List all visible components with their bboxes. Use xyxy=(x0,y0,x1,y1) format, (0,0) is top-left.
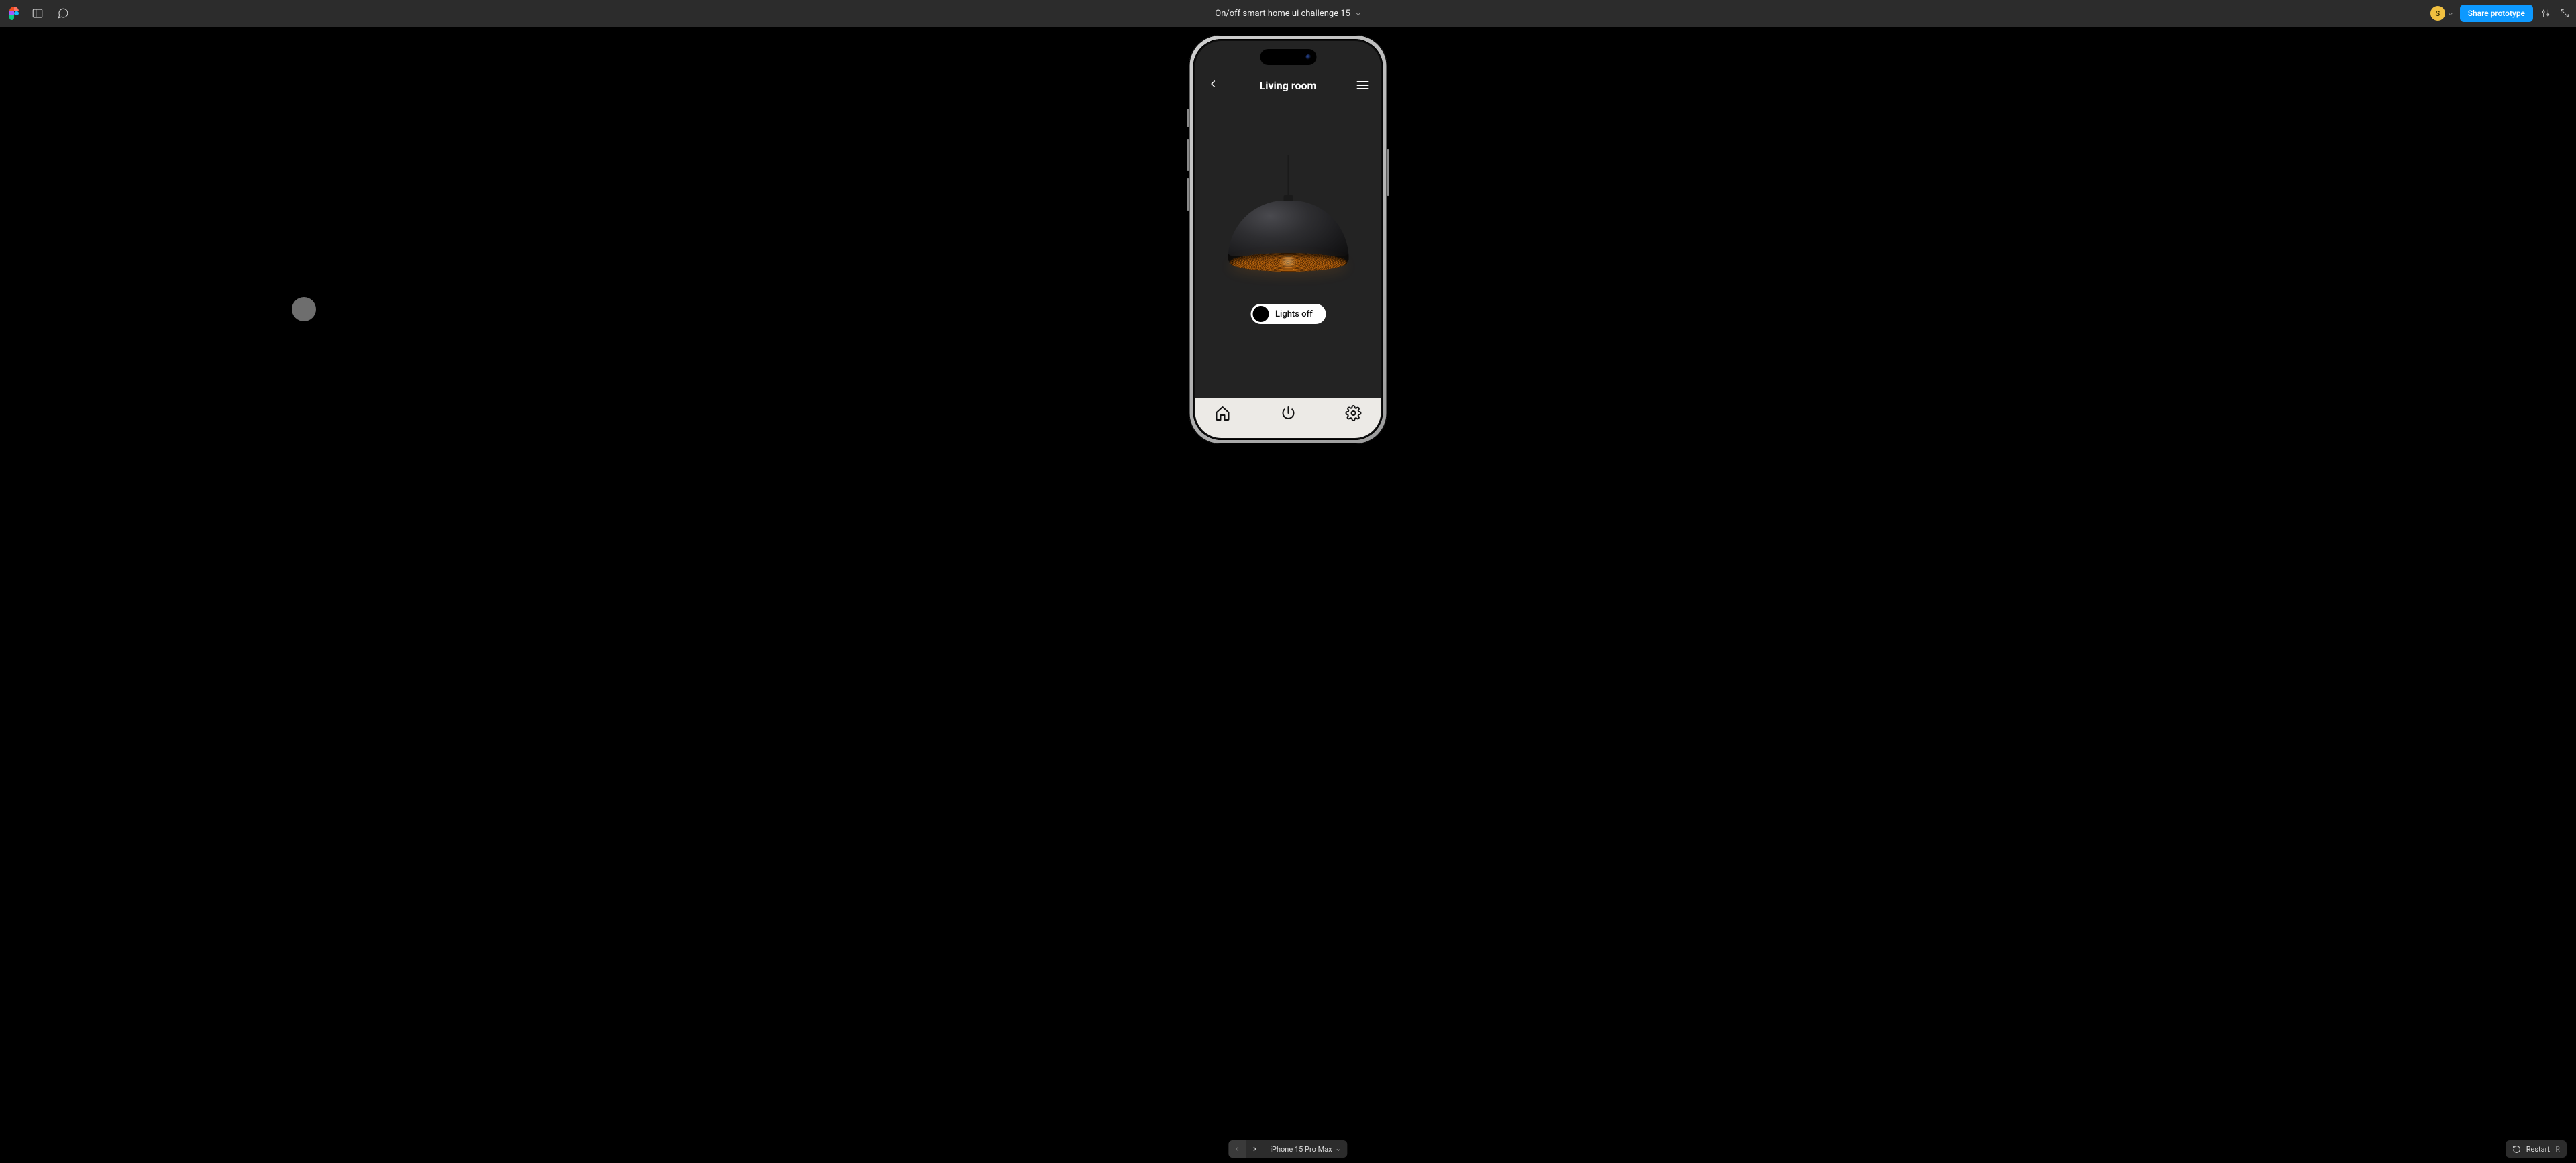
touch-cursor-indicator xyxy=(292,297,316,321)
panel-toggle-icon[interactable] xyxy=(31,7,44,20)
restart-label: Restart xyxy=(2526,1145,2550,1154)
device-frame: Living room xyxy=(1189,35,1387,444)
chevron-down-icon: ⌄ xyxy=(2448,9,2453,17)
prototype-nav-controls: iPhone 15 Pro Max ⌄ xyxy=(1228,1140,1347,1158)
dynamic-island xyxy=(1260,49,1316,65)
chevron-right-icon xyxy=(1250,1145,1258,1153)
device-bezel: Living room xyxy=(1193,39,1383,440)
file-title: On/off smart home ui challenge 15 xyxy=(1215,9,1350,19)
hamburger-menu-button[interactable] xyxy=(1356,81,1368,89)
toggle-label: Lights off xyxy=(1275,309,1313,319)
power-icon xyxy=(1280,405,1296,421)
share-prototype-button[interactable]: Share prototype xyxy=(2460,5,2533,22)
lamp-cord xyxy=(1287,155,1289,198)
avatar-initial: S xyxy=(2436,9,2440,18)
app-screen: Living room xyxy=(1195,41,1381,438)
device-side-button xyxy=(1187,139,1189,171)
front-camera-icon xyxy=(1305,54,1311,60)
figma-topbar: On/off smart home ui challenge 15 ⌄ S ⌄ … xyxy=(0,0,2576,27)
device-label: iPhone 15 Pro Max xyxy=(1270,1145,1332,1154)
comments-icon[interactable] xyxy=(56,7,70,20)
chevron-left-icon xyxy=(1233,1145,1241,1153)
chevron-down-icon: ⌄ xyxy=(1336,1146,1341,1153)
toggle-knob xyxy=(1252,306,1269,322)
restart-shortcut-key: R xyxy=(2555,1145,2560,1154)
prototype-options-icon[interactable] xyxy=(2540,7,2552,19)
tab-bar xyxy=(1195,398,1381,438)
user-avatar-menu[interactable]: S ⌄ xyxy=(2430,6,2453,21)
file-title-group[interactable]: On/off smart home ui challenge 15 ⌄ xyxy=(1215,9,1360,19)
figma-logo-icon[interactable] xyxy=(9,7,19,20)
lamp-bulb-glow xyxy=(1279,256,1297,270)
topbar-left-group xyxy=(5,7,70,20)
back-button[interactable] xyxy=(1208,78,1220,93)
page-title: Living room xyxy=(1260,79,1317,92)
topbar-right-group: S ⌄ Share prototype xyxy=(2430,5,2571,22)
chevron-down-icon: ⌄ xyxy=(1356,9,1361,17)
next-frame-button[interactable] xyxy=(1246,1140,1263,1158)
device-side-button xyxy=(1187,109,1189,127)
tab-settings[interactable] xyxy=(1345,404,1362,422)
device-side-button xyxy=(1387,149,1389,196)
device-selector[interactable]: iPhone 15 Pro Max ⌄ xyxy=(1263,1140,1347,1158)
hamburger-icon xyxy=(1356,81,1368,82)
fullscreen-icon[interactable] xyxy=(2559,7,2571,19)
restart-button[interactable]: Restart R xyxy=(2506,1140,2567,1158)
avatar: S xyxy=(2430,6,2445,21)
home-icon xyxy=(1215,405,1231,421)
app-header: Living room xyxy=(1195,73,1381,97)
tab-power[interactable] xyxy=(1279,404,1297,422)
device-side-button xyxy=(1187,178,1189,211)
tab-home[interactable] xyxy=(1214,404,1232,422)
restart-icon xyxy=(2512,1145,2521,1154)
prototype-canvas[interactable]: Living room xyxy=(0,27,2576,1163)
gear-icon xyxy=(1346,405,1362,421)
prev-frame-button xyxy=(1228,1140,1246,1158)
lights-toggle[interactable]: Lights off xyxy=(1250,304,1326,324)
chevron-left-icon xyxy=(1208,78,1220,90)
lamp-illustration xyxy=(1224,155,1352,276)
